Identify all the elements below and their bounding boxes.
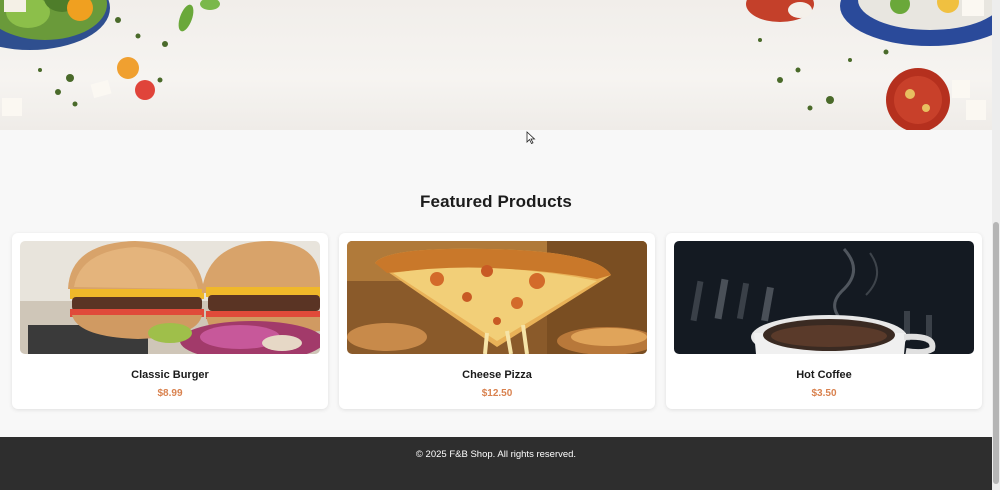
mouse-cursor-icon: [526, 131, 536, 145]
site-footer: © 2025 F&B Shop. All rights reserved.: [0, 437, 992, 490]
product-card-cheese-pizza[interactable]: Cheese Pizza $12.50: [339, 233, 655, 409]
product-name[interactable]: Classic Burger: [12, 369, 328, 381]
product-card-classic-burger[interactable]: Classic Burger $8.99: [12, 233, 328, 409]
scrollbar-thumb[interactable]: [993, 222, 999, 484]
section-title: Featured Products: [420, 192, 572, 211]
vertical-scrollbar[interactable]: [992, 0, 1000, 490]
burger-image: [20, 241, 320, 354]
product-card-hot-coffee[interactable]: Hot Coffee $3.50: [666, 233, 982, 409]
coffee-image: [674, 241, 974, 354]
pizza-image: [347, 241, 647, 354]
page: Featured Products Classic Burger $8.99 C…: [0, 0, 1000, 490]
product-name[interactable]: Cheese Pizza: [339, 369, 655, 381]
product-name[interactable]: Hot Coffee: [666, 369, 982, 381]
copyright-text: © 2025 F&B Shop. All rights reserved.: [415, 449, 577, 460]
product-price: $3.50: [811, 388, 837, 399]
product-price: $8.99: [157, 388, 183, 399]
hero-banner-image: [0, 0, 992, 130]
product-price: $12.50: [481, 388, 513, 399]
